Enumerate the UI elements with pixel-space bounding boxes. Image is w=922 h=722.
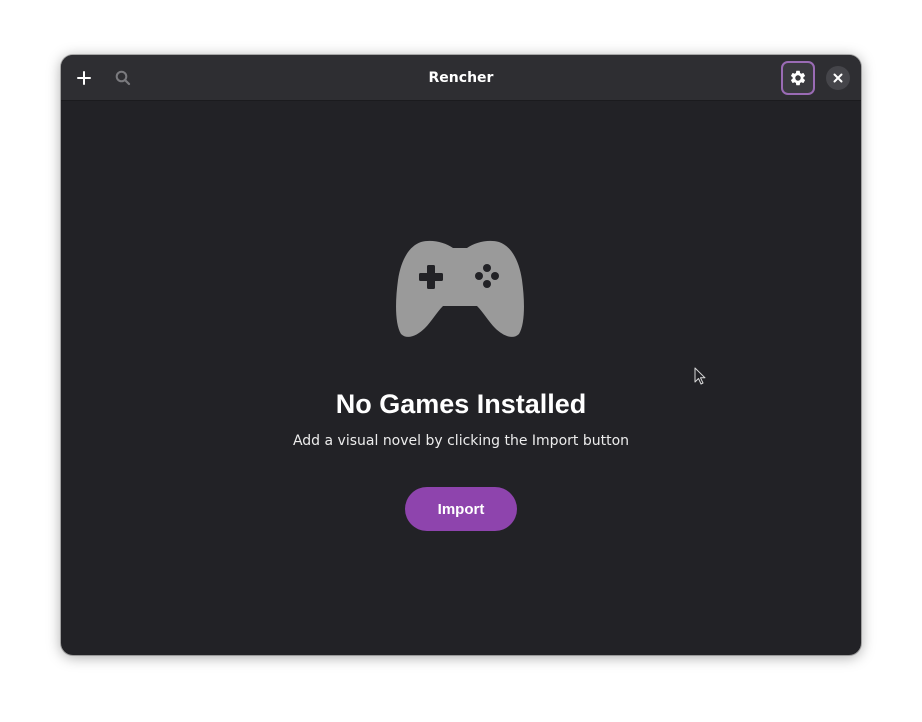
mouse-cursor-icon xyxy=(694,367,706,385)
gamepad-icon xyxy=(396,240,524,337)
gear-icon xyxy=(790,70,806,86)
window-title: Rencher xyxy=(428,70,494,86)
status-title: No Games Installed xyxy=(335,389,587,419)
status-description: Add a visual novel by clicking the Impor… xyxy=(292,433,630,449)
close-button[interactable] xyxy=(826,66,850,90)
app-window: Rencher No Games Installed Add a visual … xyxy=(61,55,861,655)
close-icon xyxy=(833,73,843,83)
settings-button[interactable] xyxy=(781,61,815,95)
import-button[interactable]: Import xyxy=(405,487,517,531)
headerbar: Rencher xyxy=(61,55,861,101)
empty-state: No Games Installed Add a visual novel by… xyxy=(61,101,861,655)
